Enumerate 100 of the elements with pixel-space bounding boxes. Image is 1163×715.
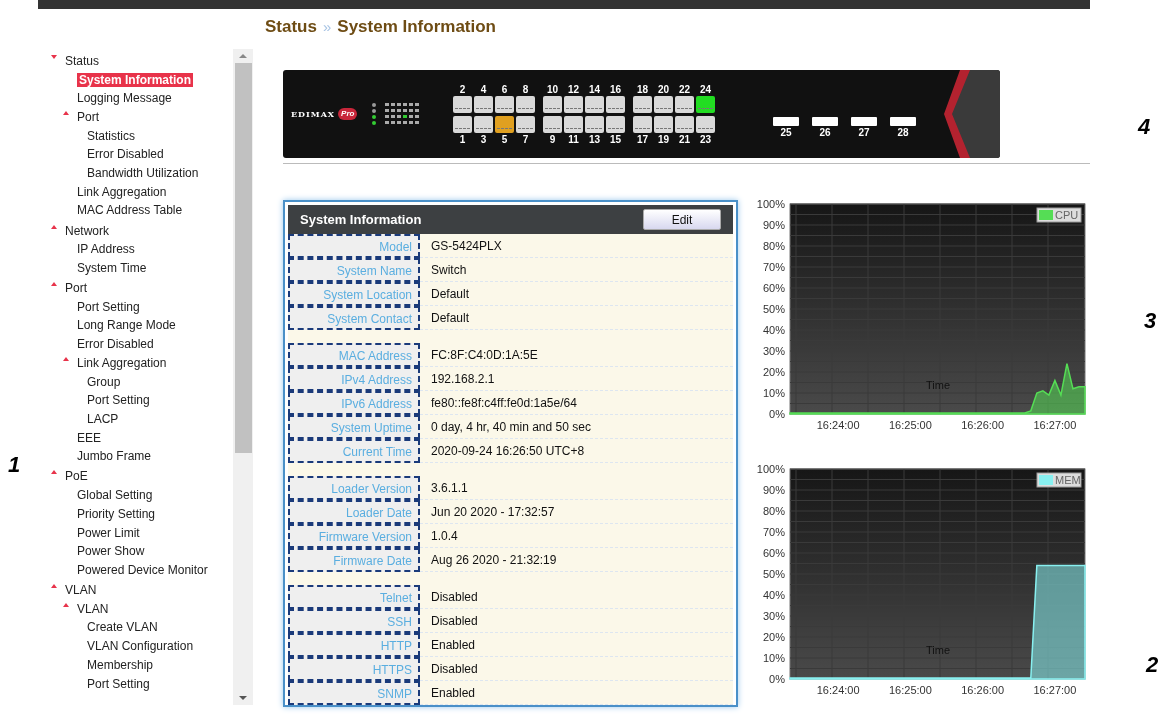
- port-icon[interactable]: [675, 115, 694, 133]
- nav-item[interactable]: Jumbo Frame: [77, 449, 152, 464]
- port-number: 28: [897, 126, 909, 139]
- port-icon[interactable]: [633, 115, 652, 133]
- port-icon[interactable]: [696, 115, 715, 133]
- nav-item[interactable]: Bandwidth Utilization: [87, 165, 199, 180]
- port-icon[interactable]: [543, 115, 562, 133]
- nav-item[interactable]: Port Setting: [77, 299, 140, 314]
- nav-item[interactable]: Port Setting: [87, 676, 150, 691]
- nav-item[interactable]: Long Range Mode: [77, 318, 176, 333]
- port-number: 25: [780, 126, 792, 139]
- port-icon[interactable]: [474, 95, 493, 113]
- port-icon[interactable]: [564, 115, 583, 133]
- port-number: 15: [609, 132, 622, 146]
- nav-item[interactable]: Network: [65, 223, 109, 238]
- nav-item[interactable]: LACP: [87, 411, 119, 426]
- port-icon[interactable]: [564, 95, 583, 113]
- breadcrumb-current: System Information: [337, 16, 496, 39]
- field-value: Switch: [420, 258, 733, 282]
- port-number: 16: [609, 82, 622, 96]
- nav-item[interactable]: Power Limit: [77, 525, 140, 540]
- nav-item[interactable]: Port: [77, 109, 99, 124]
- edit-button[interactable]: Edit: [643, 209, 721, 230]
- caret-up-icon[interactable]: [50, 582, 58, 591]
- y-tick-label: 10%: [762, 387, 785, 399]
- nav-item[interactable]: MAC Address Table: [77, 203, 183, 218]
- port-icon[interactable]: [585, 95, 604, 113]
- caret-down-icon[interactable]: [50, 52, 58, 61]
- breadcrumb-separator: »: [322, 16, 332, 37]
- x-tick-label: 16:26:00: [961, 684, 1005, 696]
- port-icon[interactable]: [606, 95, 625, 113]
- logo-badge: Pro: [338, 108, 358, 120]
- y-tick-label: 80%: [762, 240, 785, 252]
- y-tick-label: 70%: [762, 526, 785, 538]
- port-icon[interactable]: [453, 95, 472, 113]
- port-icon[interactable]: [495, 95, 514, 113]
- nav-item[interactable]: System Time: [77, 260, 147, 275]
- nav-item[interactable]: VLAN Configuration: [87, 639, 194, 654]
- field-label: Current Time: [288, 439, 420, 463]
- nav-item[interactable]: Link Aggregation: [77, 355, 167, 370]
- scrollbar-thumb[interactable]: [234, 63, 252, 453]
- nav-item[interactable]: Global Setting: [77, 488, 153, 503]
- chart-legend: MEM: [1036, 472, 1082, 488]
- port-icon[interactable]: [516, 115, 535, 133]
- port-icon[interactable]: [654, 95, 673, 113]
- y-tick-label: 40%: [762, 324, 785, 336]
- nav-item[interactable]: Status: [65, 53, 100, 68]
- nav-item[interactable]: IP Address: [77, 242, 135, 257]
- nav-item[interactable]: Membership: [87, 657, 154, 672]
- breadcrumb-link[interactable]: Status: [265, 14, 317, 40]
- field-value: 0 day, 4 hr, 40 min and 50 sec: [420, 415, 733, 439]
- port-icon[interactable]: [675, 95, 694, 113]
- port-icon[interactable]: [606, 115, 625, 133]
- port-number: 19: [657, 132, 670, 146]
- port-number: 13: [588, 132, 601, 146]
- port-icon[interactable]: [543, 95, 562, 113]
- port-icon[interactable]: [474, 115, 493, 133]
- y-tick-label: 30%: [762, 345, 785, 357]
- nav-item[interactable]: Link Aggregation: [77, 184, 167, 199]
- nav-item[interactable]: Powered Device Monitor: [77, 562, 208, 577]
- scrollbar[interactable]: [233, 49, 253, 705]
- caret-up-icon[interactable]: [50, 280, 58, 289]
- port-icon[interactable]: [654, 115, 673, 133]
- y-tick-label: 60%: [762, 547, 785, 559]
- caret-up-icon[interactable]: [50, 468, 58, 477]
- nav-item[interactable]: System Information: [77, 72, 194, 87]
- port-icon[interactable]: [516, 95, 535, 113]
- port-icon[interactable]: [585, 115, 604, 133]
- nav-item[interactable]: Error Disabled: [77, 337, 154, 352]
- nav-item[interactable]: Power Show: [77, 544, 145, 559]
- field-label: HTTP: [288, 633, 420, 657]
- y-tick-label: 100%: [756, 198, 785, 210]
- field-value: 1.0.4: [420, 524, 733, 548]
- nav-item[interactable]: Port: [65, 281, 87, 296]
- nav-item[interactable]: Group: [87, 374, 121, 389]
- y-tick-label: 70%: [762, 261, 785, 273]
- y-tick-label: 10%: [762, 652, 785, 664]
- port-icon[interactable]: [633, 95, 652, 113]
- nav-item[interactable]: PoE: [65, 469, 88, 484]
- field-label: System Location: [288, 282, 420, 306]
- y-tick-label: 30%: [762, 610, 785, 622]
- nav-item[interactable]: Port Setting: [87, 393, 150, 408]
- nav-item[interactable]: Error Disabled: [87, 147, 164, 162]
- nav-item[interactable]: Statistics: [87, 128, 135, 143]
- panel-title: System Information: [300, 210, 422, 229]
- y-tick-label: 60%: [762, 282, 785, 294]
- nav-item[interactable]: Logging Message: [77, 91, 172, 106]
- nav-item[interactable]: VLAN: [65, 583, 97, 598]
- field-value: FC:8F:C4:0D:1A:5E: [420, 343, 733, 367]
- nav-item[interactable]: EEE: [77, 430, 101, 445]
- port-number: 9: [549, 132, 556, 146]
- port-icon[interactable]: [696, 95, 715, 113]
- nav-item[interactable]: Create VLAN: [87, 620, 158, 635]
- port-icon[interactable]: [453, 115, 472, 133]
- port-icon[interactable]: [495, 115, 514, 133]
- brand-logo: EDIMAX: [291, 108, 336, 120]
- nav-item[interactable]: VLAN: [77, 601, 109, 616]
- y-tick-label: 0%: [769, 408, 785, 420]
- field-value: 192.168.2.1: [420, 367, 733, 391]
- nav-item[interactable]: Priority Setting: [77, 506, 156, 521]
